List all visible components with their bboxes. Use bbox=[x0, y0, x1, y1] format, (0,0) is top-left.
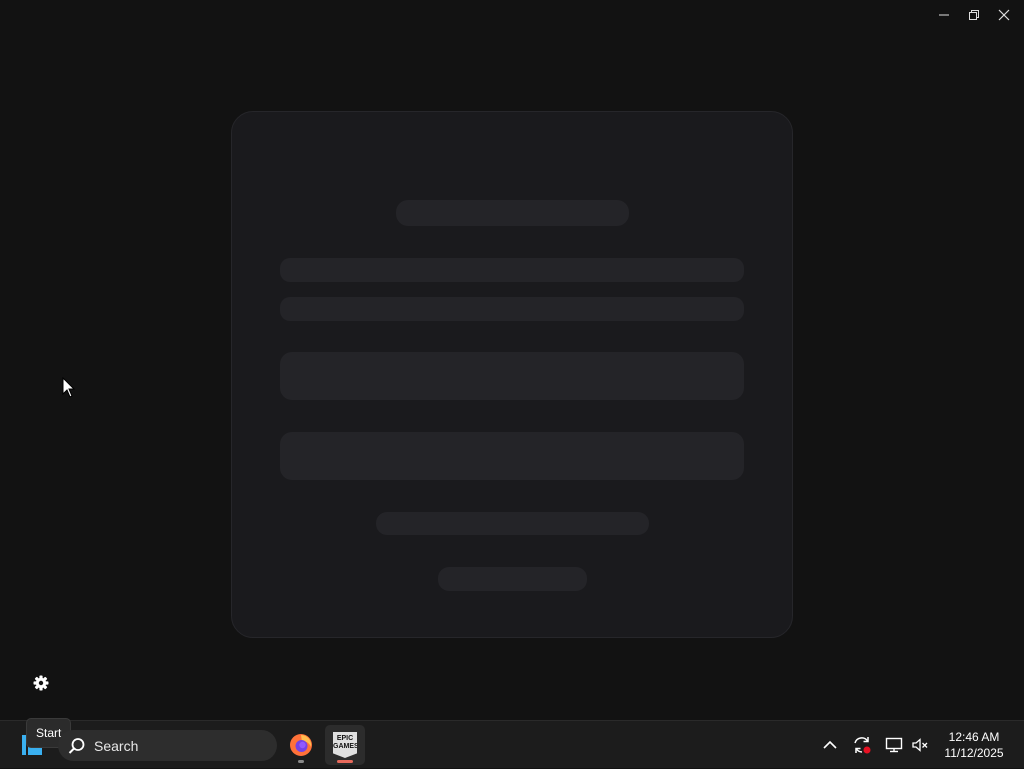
skeleton-link bbox=[438, 567, 587, 591]
chevron-up-icon bbox=[823, 740, 837, 749]
firefox-icon bbox=[290, 734, 312, 756]
clock[interactable]: 12:46 AM 11/12/2025 bbox=[936, 729, 1012, 761]
restore-button[interactable] bbox=[959, 0, 989, 30]
volume-muted-icon bbox=[912, 738, 928, 752]
clock-time: 12:46 AM bbox=[948, 730, 1000, 744]
tray-network[interactable] bbox=[882, 721, 906, 769]
skeleton-text-line bbox=[280, 297, 744, 321]
skeleton-link bbox=[376, 512, 649, 535]
epic-games-icon: EPIC GAMES bbox=[333, 732, 357, 758]
restore-icon bbox=[969, 10, 979, 20]
taskbar-app-epic-games[interactable]: EPIC GAMES bbox=[325, 725, 365, 765]
sign-in-card-loading bbox=[231, 111, 793, 638]
close-icon bbox=[998, 9, 1010, 21]
sync-icon bbox=[854, 737, 871, 754]
close-button[interactable] bbox=[989, 0, 1019, 30]
taskbar-app-firefox[interactable] bbox=[281, 725, 321, 765]
epic-launcher-window bbox=[0, 0, 1024, 720]
minimize-button[interactable] bbox=[929, 0, 959, 30]
running-indicator bbox=[298, 760, 304, 763]
skeleton-input bbox=[280, 352, 744, 400]
clock-date: 11/12/2025 bbox=[944, 746, 1004, 760]
settings-gear-icon[interactable] bbox=[31, 673, 51, 693]
tray-volume[interactable] bbox=[908, 721, 932, 769]
minimize-icon bbox=[939, 14, 949, 16]
show-hidden-icons-button[interactable] bbox=[818, 721, 842, 769]
mouse-cursor-icon bbox=[62, 377, 76, 398]
active-indicator bbox=[337, 760, 353, 763]
search-placeholder: Search bbox=[94, 737, 139, 754]
network-display-icon bbox=[885, 737, 903, 753]
tray-sync-status[interactable] bbox=[849, 721, 875, 769]
taskbar: Start Search EPIC GAMES 12:46 AM 11/12/2… bbox=[0, 718, 1024, 769]
search-box[interactable]: Search bbox=[58, 730, 277, 761]
skeleton-title bbox=[396, 200, 629, 226]
search-icon bbox=[68, 737, 85, 754]
skeleton-text-line bbox=[280, 258, 744, 282]
skeleton-input bbox=[280, 432, 744, 480]
